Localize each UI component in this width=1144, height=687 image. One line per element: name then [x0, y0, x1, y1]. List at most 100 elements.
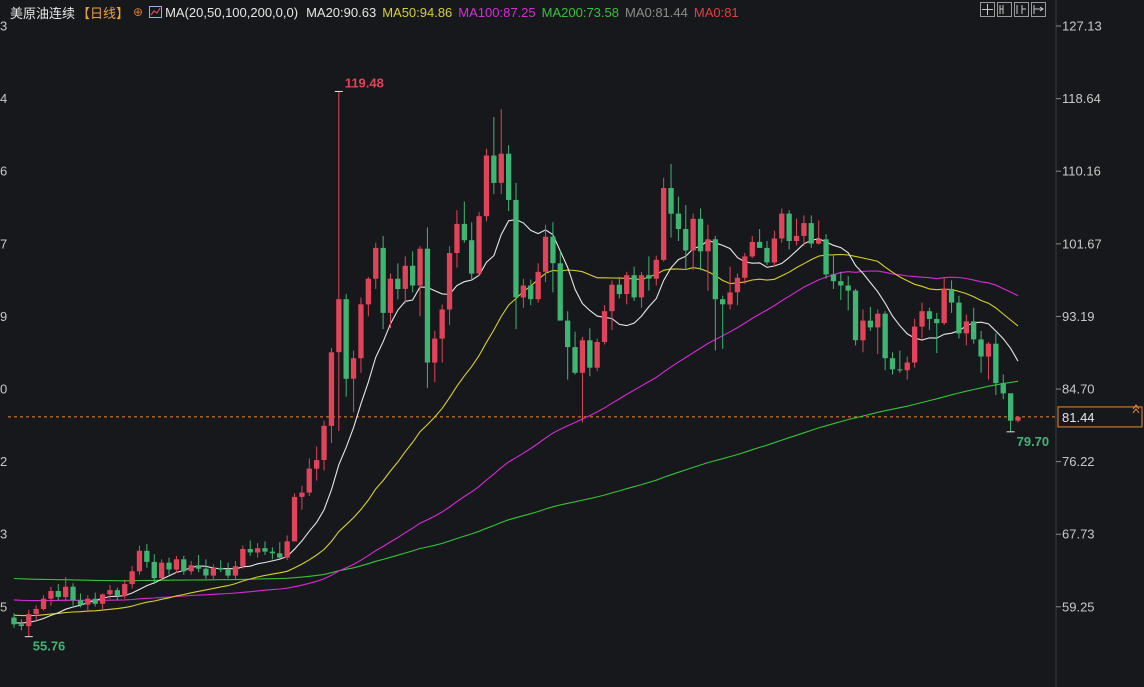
candle[interactable] [513, 199, 519, 298]
candle[interactable] [387, 278, 394, 313]
candle[interactable] [336, 299, 342, 353]
candle[interactable] [491, 155, 497, 183]
candle[interactable] [978, 339, 984, 357]
candle[interactable] [432, 338, 438, 363]
candle[interactable] [151, 561, 157, 579]
layout-icon[interactable] [997, 2, 1012, 17]
candle[interactable] [122, 584, 128, 597]
candle[interactable] [1000, 383, 1006, 394]
candle[interactable] [424, 248, 431, 363]
candle[interactable] [159, 562, 165, 579]
candle[interactable] [395, 278, 401, 289]
candle[interactable] [166, 562, 172, 570]
candle[interactable] [18, 624, 24, 626]
candle[interactable] [461, 223, 467, 241]
plus-circle-icon[interactable]: ⊕ [133, 5, 143, 19]
fullscreen-icon[interactable] [1031, 2, 1046, 17]
candle[interactable] [668, 188, 674, 214]
candle[interactable] [365, 278, 371, 305]
candle[interactable] [646, 275, 652, 279]
candle[interactable] [749, 241, 755, 257]
candle[interactable] [757, 241, 763, 248]
candle[interactable] [867, 320, 873, 328]
indicator-params[interactable]: MA(20,50,100,200,0,0) [165, 5, 298, 20]
candle[interactable] [786, 213, 792, 241]
period-label[interactable]: 【日线】 [77, 3, 129, 22]
candle[interactable] [476, 216, 482, 274]
candlestick-chart[interactable]: 127.13 118.64 110.16 101.67 93.19 84.70 76.22 6… [0, 0, 1144, 687]
candle[interactable] [875, 313, 881, 328]
candle[interactable] [173, 559, 180, 570]
candle[interactable] [690, 218, 696, 251]
candle[interactable] [40, 598, 47, 609]
candle[interactable] [483, 155, 490, 217]
candle[interactable] [291, 496, 298, 542]
candle[interactable] [262, 548, 268, 552]
candle[interactable] [380, 247, 386, 313]
candle[interactable] [904, 362, 910, 371]
candle[interactable] [240, 549, 246, 567]
candle[interactable] [683, 229, 689, 251]
candle[interactable] [328, 352, 335, 426]
candle[interactable] [948, 288, 955, 303]
candle[interactable] [712, 239, 718, 300]
candle[interactable] [808, 223, 814, 244]
candle[interactable] [535, 271, 541, 300]
candle[interactable] [85, 598, 91, 605]
candle[interactable] [469, 240, 475, 274]
candle[interactable] [985, 343, 992, 357]
candle[interactable] [823, 239, 829, 275]
candle[interactable] [218, 567, 224, 570]
candle[interactable] [971, 321, 977, 340]
candle[interactable] [417, 248, 423, 286]
candle[interactable] [963, 321, 969, 334]
candle[interactable] [801, 223, 807, 236]
candle[interactable] [181, 559, 187, 572]
candle[interactable] [306, 468, 312, 493]
candle[interactable] [675, 213, 682, 229]
candle[interactable] [764, 247, 770, 263]
candle[interactable] [299, 492, 305, 497]
split-icon[interactable] [1014, 2, 1029, 17]
candle[interactable] [572, 347, 578, 373]
candle[interactable] [734, 277, 741, 293]
candle[interactable] [624, 275, 630, 294]
candle[interactable] [852, 290, 859, 341]
candle[interactable] [727, 292, 733, 305]
candle[interactable] [11, 617, 17, 625]
candle[interactable] [136, 550, 143, 572]
candle[interactable] [144, 550, 150, 562]
candle[interactable] [203, 568, 209, 576]
candle[interactable] [77, 600, 84, 605]
candle[interactable] [114, 590, 120, 597]
candle[interactable] [92, 598, 98, 604]
chart-indicator-icon[interactable] [149, 6, 163, 18]
candle[interactable] [616, 284, 622, 295]
candle[interactable] [358, 304, 364, 359]
candle[interactable] [55, 591, 61, 597]
candle[interactable] [520, 285, 526, 298]
candle[interactable] [816, 239, 822, 244]
candle[interactable] [594, 342, 600, 368]
candle[interactable] [542, 236, 549, 272]
candle[interactable] [661, 188, 667, 260]
candle[interactable] [845, 285, 851, 291]
candle[interactable] [956, 302, 962, 334]
candle[interactable] [63, 586, 69, 597]
candle[interactable] [99, 594, 106, 604]
candle[interactable] [742, 256, 748, 278]
candle[interactable] [720, 299, 726, 305]
candle[interactable] [232, 566, 239, 576]
candle[interactable] [26, 614, 32, 627]
candle[interactable] [934, 318, 940, 324]
candle[interactable] [402, 265, 408, 289]
candle[interactable] [195, 565, 202, 569]
candle[interactable] [830, 274, 837, 282]
candle[interactable] [343, 299, 349, 379]
candle[interactable] [410, 265, 416, 286]
candle[interactable] [1015, 416, 1021, 421]
candle[interactable] [528, 285, 534, 300]
candle[interactable] [210, 567, 216, 576]
candle[interactable] [314, 460, 320, 469]
candle[interactable] [912, 326, 918, 363]
